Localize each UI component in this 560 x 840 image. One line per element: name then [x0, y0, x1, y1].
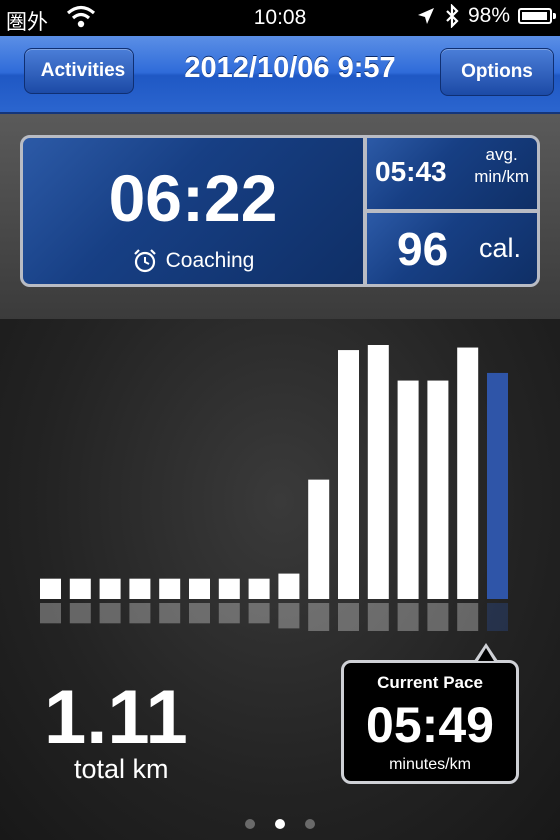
chart-bar	[248, 578, 270, 599]
current-pace-value: 05:49	[366, 697, 494, 753]
chart-bar	[218, 578, 240, 599]
page-title: 2012/10/06 9:57	[184, 52, 396, 84]
chart-bar-reflection	[427, 603, 449, 631]
calories-unit: cal.	[478, 233, 521, 263]
current-pace-title: Current Pace	[377, 673, 483, 692]
chart-bar-reflection	[218, 603, 240, 624]
coaching-label: Coaching	[165, 249, 255, 272]
chart-bar	[189, 578, 210, 599]
chart-bar-reflection	[457, 603, 479, 631]
page-dot[interactable]	[305, 819, 315, 829]
chart-bar-reflection	[487, 603, 508, 631]
chart-bar-reflection	[397, 603, 419, 631]
bluetooth-icon	[446, 4, 459, 28]
page-dot[interactable]	[275, 819, 285, 829]
location-arrow-icon	[417, 8, 434, 24]
activities-back-button[interactable]: Activities	[24, 48, 134, 94]
current-pace-unit: minutes/km	[389, 756, 471, 773]
chart-bar-reflection	[278, 603, 300, 629]
pace-unit-label: min/km	[474, 167, 529, 186]
chart-bar	[308, 479, 330, 599]
chart-bar-reflection	[99, 603, 121, 624]
back-button-label: Activities	[40, 60, 126, 81]
chart-bar	[99, 578, 121, 599]
chart-bar	[129, 578, 151, 599]
chart-bar-reflection	[189, 603, 210, 624]
summary-panel: 06:22 Coaching 05:43 avg. min/km 96 cal.	[20, 135, 540, 287]
battery-percent: 98%	[467, 4, 510, 27]
total-distance-label: total km	[74, 754, 169, 784]
avg-pace-unit: avg. min/km	[474, 144, 529, 188]
chart-bar	[159, 578, 181, 599]
coaching-row: Coaching	[23, 248, 363, 274]
chart-bar	[338, 350, 359, 599]
bubble-tail	[474, 643, 498, 661]
chart-bar	[40, 578, 61, 599]
alarm-clock-icon	[133, 249, 156, 273]
summary-section: 06:22 Coaching 05:43 avg. min/km 96 cal.	[0, 114, 560, 319]
nav-bar: Activities 2012/10/06 9:57 Options	[0, 36, 560, 114]
options-button[interactable]: Options	[440, 48, 554, 96]
total-distance-value: 1.11	[44, 675, 188, 760]
current-pace-bubble: Current Pace 05:49 minutes/km	[341, 643, 519, 784]
pace-chart-area[interactable]: 1.11 total km Current Pace 05:49 minutes…	[0, 319, 560, 840]
chart-bar-reflection	[69, 603, 91, 624]
page-dot[interactable]	[245, 819, 255, 829]
chart-bar-reflection	[308, 603, 330, 631]
chart-bar-reflection	[159, 603, 181, 624]
chart-bar-reflection	[338, 603, 359, 631]
battery-fill	[522, 12, 548, 20]
chart-bar-reflection	[40, 603, 61, 624]
chart-bar-reflection	[129, 603, 151, 624]
avg-label: avg.	[485, 145, 518, 164]
calories-cell: 96 cal.	[367, 213, 537, 284]
avg-pace-cell: 05:43 avg. min/km	[367, 138, 537, 209]
chart-bar-reflection	[367, 603, 389, 631]
calories-value: 96	[397, 223, 449, 275]
elapsed-time-cell[interactable]: 06:22 Coaching	[23, 138, 363, 284]
chart-bar	[427, 380, 449, 599]
elapsed-time: 06:22	[108, 161, 278, 235]
page-indicator[interactable]	[0, 819, 560, 829]
chart-bar	[397, 380, 419, 599]
chart-bar-reflection	[248, 603, 270, 624]
pace-bar-chart	[40, 345, 508, 631]
chart-bar	[367, 345, 389, 599]
avg-pace-value: 05:43	[375, 156, 447, 187]
chart-bar	[487, 372, 508, 599]
chart-bar	[69, 578, 91, 599]
status-right: 98%	[416, 4, 556, 28]
chart-bar	[278, 573, 300, 599]
status-bar: 圏外 10:08 98%	[0, 0, 560, 36]
battery-icon	[518, 8, 556, 24]
chart-bar	[457, 347, 479, 599]
